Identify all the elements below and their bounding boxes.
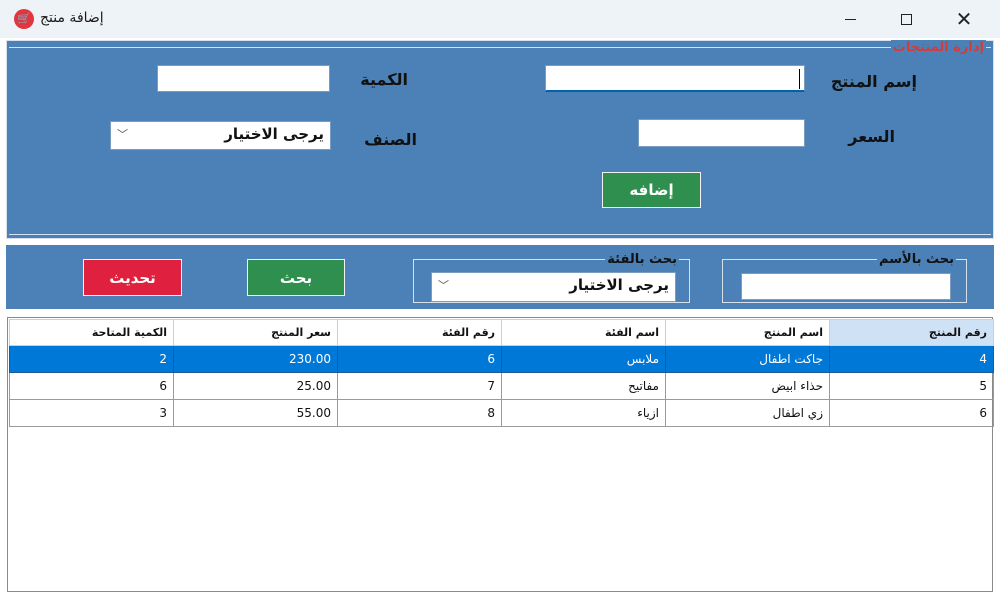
add-product-button[interactable]: إضافه [602, 172, 701, 208]
cell-price[interactable]: 55.00 [173, 399, 338, 427]
groupbox-top-border [9, 47, 991, 48]
table-row[interactable]: 6 زي اطفال ازياء 8 55.00 3 [9, 399, 994, 427]
cell-product-name[interactable]: زي اطفال [665, 399, 830, 427]
cell-product-id[interactable]: 4 [829, 345, 994, 373]
quantity-input[interactable] [157, 65, 330, 92]
cell-product-id[interactable]: 5 [829, 372, 994, 400]
product-name-input[interactable] [545, 65, 805, 92]
refresh-button[interactable]: تحديث [83, 259, 182, 296]
column-header-category-id[interactable]: رقم الفئة [337, 319, 502, 346]
shopping-cart-icon: 🛒 [14, 9, 34, 29]
price-input[interactable] [638, 119, 805, 147]
search-category-select[interactable]: يرجى الاختيار ﹀ [431, 272, 676, 302]
search-by-name-title: بحث بالأسم [877, 252, 956, 267]
chevron-down-icon: ﹀ [117, 128, 128, 141]
cell-product-id[interactable]: 6 [829, 399, 994, 427]
column-header-product-name[interactable]: اسم المنتج [665, 319, 830, 346]
quantity-label: الكمية [360, 70, 408, 89]
column-header-quantity[interactable]: الكمية المتاحة [9, 319, 174, 346]
cell-price[interactable]: 25.00 [173, 372, 338, 400]
minimize-button[interactable] [822, 0, 878, 38]
cell-price[interactable]: 230.00 [173, 345, 338, 373]
product-section-title: إدارة المنتجات [890, 40, 986, 55]
column-header-category-name[interactable]: اسم الفئة [501, 319, 666, 346]
products-grid[interactable]: رقم المنتج اسم المنتج اسم الفئة رقم الفئ… [7, 317, 994, 592]
table-row[interactable]: 5 حذاء ابيض مفاتيح 7 25.00 6 [9, 372, 994, 400]
cell-category-id[interactable]: 7 [337, 372, 502, 400]
column-header-price[interactable]: سعر المنتج [173, 319, 338, 346]
cell-quantity[interactable]: 2 [9, 345, 174, 373]
table-header-row: رقم المنتج اسم المنتج اسم الفئة رقم الفئ… [9, 319, 994, 346]
product-name-label: إسم المنتج [830, 72, 917, 91]
cell-product-name[interactable]: حذاء ابيض [665, 372, 830, 400]
cell-product-name[interactable]: جاكت اطفال [665, 345, 830, 373]
category-select-value: يرجى الاختيار [224, 125, 324, 143]
category-select[interactable]: يرجى الاختيار ﹀ [110, 121, 331, 150]
search-by-category-title: بحث بالفئة [605, 252, 679, 267]
products-table: رقم المنتج اسم المنتج اسم الفئة رقم الفئ… [9, 319, 994, 427]
minimize-icon [844, 18, 856, 20]
cell-quantity[interactable]: 6 [9, 372, 174, 400]
window-title: إضافة منتج [40, 10, 104, 26]
search-button[interactable]: بحث [247, 259, 345, 296]
search-name-input[interactable] [741, 273, 951, 300]
close-button[interactable]: ✕ [936, 0, 992, 38]
cell-category-name[interactable]: ملابس [501, 345, 666, 373]
maximize-button[interactable] [878, 0, 934, 38]
category-label: الصنف [364, 130, 417, 149]
maximize-icon [900, 13, 912, 25]
cell-category-id[interactable]: 6 [337, 345, 502, 373]
search-category-value: يرجى الاختيار [569, 276, 669, 294]
table-row[interactable]: 4 جاكت اطفال ملابس 6 230.00 2 [9, 345, 994, 373]
price-label: السعر [848, 127, 895, 146]
column-header-product-id[interactable]: رقم المنتج [829, 319, 994, 346]
close-icon: ✕ [955, 7, 973, 31]
title-bar: 🛒 إضافة منتج ✕ [0, 0, 1000, 38]
chevron-down-icon: ﹀ [438, 279, 449, 292]
cell-quantity[interactable]: 3 [9, 399, 174, 427]
cell-category-name[interactable]: ازياء [501, 399, 666, 427]
groupbox-bottom-border [9, 234, 991, 235]
text-caret [799, 69, 800, 89]
cell-category-id[interactable]: 8 [337, 399, 502, 427]
cell-category-name[interactable]: مفاتيح [501, 372, 666, 400]
